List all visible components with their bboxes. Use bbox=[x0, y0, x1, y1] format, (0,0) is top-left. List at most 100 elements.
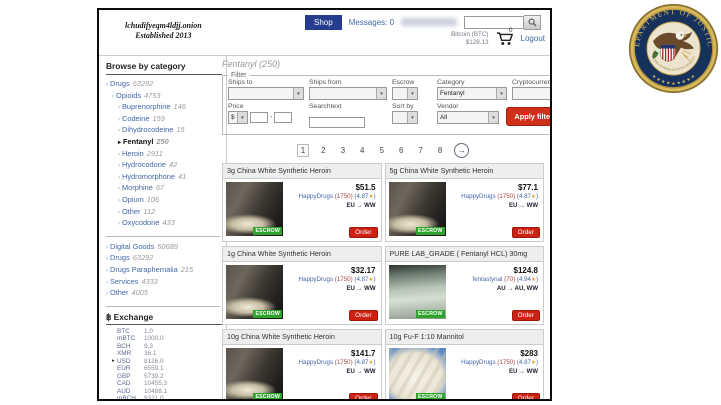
cryptocurrency-select[interactable]: ▾ bbox=[512, 87, 552, 100]
page-4[interactable]: 4 bbox=[357, 145, 367, 156]
sidebar-item-drugs[interactable]: ›Drugs63292 bbox=[106, 79, 222, 91]
product-photo-blue-powder: ESCROW bbox=[389, 348, 446, 401]
messages-link[interactable]: Messages: 0 bbox=[349, 18, 394, 27]
currency-value: 9.3 bbox=[144, 343, 153, 351]
ships-to-label: Ships to bbox=[228, 79, 304, 86]
exchange-rate-usd: ▸USD8126.0 bbox=[106, 358, 222, 366]
ships-from-label: Ships from bbox=[309, 79, 387, 86]
sort-by-select[interactable]: ▾ bbox=[392, 111, 418, 124]
order-button[interactable]: Order bbox=[512, 227, 540, 238]
search-input[interactable] bbox=[464, 16, 524, 29]
category-count: 159 bbox=[153, 114, 165, 123]
price-max-input[interactable] bbox=[274, 112, 292, 123]
vendor-sales-count: (1750) bbox=[335, 359, 355, 366]
page-8[interactable]: 8 bbox=[435, 145, 445, 156]
product-title: PURE LAB_GRADE ( Fentanyl HCL) 30mg bbox=[386, 247, 544, 262]
product-body: ESCROW$141.7HappyDrugs (1750) (4.87★)EU … bbox=[223, 345, 381, 401]
vendor-line[interactable]: HappyDrugs (1750) (4.87★) bbox=[283, 358, 376, 368]
sidebar-item-opium[interactable]: ›Opium106 bbox=[106, 195, 222, 207]
sidebar-item-drugs-paraphernalia[interactable]: ›Drugs Paraphernalia215 bbox=[106, 265, 222, 277]
category-select[interactable]: Fentanyl▾ bbox=[437, 87, 507, 100]
shop-button[interactable]: Shop bbox=[305, 15, 342, 30]
sidebar-item-drugs[interactable]: ›Drugs63292 bbox=[106, 253, 222, 265]
sidebar-item-dihydrocodeine[interactable]: ›Dihydrocodeine15 bbox=[106, 125, 222, 137]
bitcoin-rate: Bitcoin (BTC) $128.13 bbox=[451, 31, 488, 46]
marketplace-screenshot-frame: lchudifyeqm4ldjj.onion Established 2013 … bbox=[97, 8, 552, 401]
currency-code: CAD bbox=[117, 380, 144, 388]
cart-button[interactable]: 0 bbox=[496, 31, 514, 46]
sidebar-item-hydromorphone[interactable]: ›Hydromorphone41 bbox=[106, 172, 222, 184]
sidebar-item-buprenorphine[interactable]: ›Buprenorphine146 bbox=[106, 102, 222, 114]
currency-select[interactable]: $▾ bbox=[228, 111, 248, 124]
exchange-rate-cad: CAD10455.3 bbox=[106, 380, 222, 388]
department-of-justice-seal: DEPARTMENT OF JUSTICE ★ ★ ★ ★ ★ ★ ★ ★ ★ … bbox=[627, 2, 720, 95]
search-button[interactable] bbox=[524, 15, 541, 30]
frame-body: Browse by category ›Drugs63292›Opioids47… bbox=[99, 55, 550, 399]
pagination: 12345678 → bbox=[222, 143, 544, 158]
page-2[interactable]: 2 bbox=[318, 145, 328, 156]
page-5[interactable]: 5 bbox=[377, 145, 387, 156]
page-3[interactable]: 3 bbox=[338, 145, 348, 156]
sidebar-item-hydrocodone[interactable]: ›Hydrocodone42 bbox=[106, 160, 222, 172]
exchange-title: ฿ Exchange bbox=[106, 312, 222, 325]
page-7[interactable]: 7 bbox=[415, 145, 425, 156]
sidebar-item-other[interactable]: ›Other4005 bbox=[106, 288, 222, 300]
vendor-line[interactable]: HappyDrugs (1750) (4.87★) bbox=[283, 275, 376, 285]
next-page-button[interactable]: → bbox=[454, 143, 469, 158]
sidebar-item-digital-goods[interactable]: ›Digital Goods50689 bbox=[106, 242, 222, 254]
vendor-line[interactable]: HappyDrugs (1750) (4.87★) bbox=[446, 192, 539, 202]
exchange-rate-gbp: GBP5739.2 bbox=[106, 373, 222, 381]
category-count: 106 bbox=[147, 195, 159, 204]
escrow-select[interactable]: ▾ bbox=[392, 87, 418, 100]
sidebar-item-opioids[interactable]: ›Opioids4753 bbox=[106, 91, 222, 103]
chevron-down-icon: ▾ bbox=[407, 88, 417, 99]
category-count: 250 bbox=[156, 137, 168, 146]
sidebar-item-fentanyl[interactable]: ▸Fentanyl250 bbox=[106, 137, 222, 149]
vendor-line[interactable]: HappyDrugs (1750) (4.87★) bbox=[446, 358, 539, 368]
vendor-sales-count: (1750) bbox=[335, 193, 355, 200]
product-body: ESCROW$124.8fentastynal (70) (4.94★)AU →… bbox=[386, 262, 544, 324]
sidebar-item-morphine[interactable]: ›Morphine67 bbox=[106, 183, 222, 195]
sidebar-item-services[interactable]: ›Services4333 bbox=[106, 277, 222, 289]
price-min-input[interactable] bbox=[250, 112, 268, 123]
page-6[interactable]: 6 bbox=[396, 145, 406, 156]
ships-from-select[interactable]: ▾ bbox=[309, 87, 387, 100]
chevron-icon: › bbox=[112, 94, 114, 100]
product-title: 5g China White Synthetic Heroin bbox=[386, 164, 544, 179]
shipping-route: EU → WW bbox=[446, 368, 539, 377]
apply-filter-button[interactable]: Apply filter bbox=[506, 107, 552, 126]
order-button[interactable]: Order bbox=[349, 393, 377, 401]
vendor-select[interactable]: All▾ bbox=[437, 111, 499, 124]
page-1[interactable]: 1 bbox=[297, 144, 309, 157]
vendor-sales-count: (1750) bbox=[335, 276, 355, 283]
sidebar-item-codeine[interactable]: ›Codeine159 bbox=[106, 114, 222, 126]
logout-link[interactable]: Logout bbox=[521, 34, 545, 43]
order-button[interactable]: Order bbox=[349, 310, 377, 321]
exchange-rate-bch: BCH9.3 bbox=[106, 343, 222, 351]
sidebar-item-oxycodone[interactable]: ›Oxycodone433 bbox=[106, 218, 222, 230]
chevron-icon: › bbox=[106, 280, 108, 286]
chevron-icon: › bbox=[118, 175, 120, 181]
category-count: 146 bbox=[174, 102, 186, 111]
category-label: Oxycodone bbox=[122, 218, 159, 227]
currency-value: 6559.1 bbox=[144, 365, 164, 373]
exchange-rate-aud: AUD10488.1 bbox=[106, 388, 222, 396]
category-count: 63292 bbox=[133, 253, 154, 262]
vendor-name: HappyDrugs bbox=[299, 359, 335, 366]
order-button[interactable]: Order bbox=[512, 393, 540, 401]
searchtext-input[interactable] bbox=[309, 117, 365, 128]
vendor-line[interactable]: HappyDrugs (1750) (4.87★) bbox=[283, 192, 376, 202]
currency-value: 1.0 bbox=[144, 328, 153, 336]
order-button[interactable]: Order bbox=[349, 227, 377, 238]
order-button[interactable]: Order bbox=[512, 310, 540, 321]
category-label: Opioids bbox=[116, 91, 141, 100]
vendor-line[interactable]: fentastynal (70) (4.94★) bbox=[446, 275, 539, 285]
sidebar-item-heroin[interactable]: ›Heroin2911 bbox=[106, 149, 222, 161]
ships-to-select[interactable]: ▾ bbox=[228, 87, 304, 100]
sidebar-item-other[interactable]: ›Other112 bbox=[106, 207, 222, 219]
vendor-name: HappyDrugs bbox=[461, 359, 497, 366]
chevron-icon: › bbox=[106, 256, 108, 262]
category-count: 433 bbox=[162, 218, 174, 227]
vendor-rating: (4.87★) bbox=[517, 193, 538, 200]
price-separator: - bbox=[270, 114, 272, 121]
